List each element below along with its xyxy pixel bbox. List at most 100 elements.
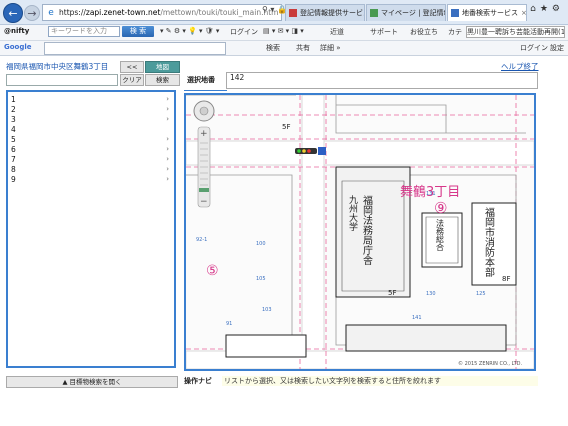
- parcel-number: 100: [256, 241, 266, 247]
- chevron-right-icon: ›: [166, 135, 169, 143]
- parcel-number: 141: [412, 315, 422, 321]
- help-link[interactable]: ヘルプ: [501, 62, 524, 71]
- map-building-label-3: 法務総合: [436, 218, 445, 252]
- news-ticker[interactable]: 黒川豊一聘訴ち芸能活動再開(19:55): [466, 26, 565, 38]
- parcel-number: 103: [262, 307, 272, 313]
- map-building-label-1: 福岡法務局庁舎: [361, 194, 373, 266]
- map-floor-label: 5F: [388, 289, 396, 297]
- keyword-search-button[interactable]: 検 索: [122, 26, 154, 37]
- list-item[interactable]: 8 ›: [11, 165, 169, 175]
- map-building-label-1b: 九州大学: [347, 195, 358, 231]
- search-button[interactable]: 検索: [145, 74, 180, 86]
- address-path: /mettown/touki/touki_main.htm: [160, 8, 279, 17]
- parcel-number: 92-1: [196, 237, 207, 243]
- address-scheme: https://: [59, 8, 86, 17]
- clear-button[interactable]: クリア: [120, 74, 144, 86]
- toolbar-icons[interactable]: ▾ ✎ ⚙ ▾ 💡 ▾ 🛡 ▾: [160, 27, 219, 35]
- map-canvas[interactable]: 福岡法務局庁舎 九州大学 福岡市消防本部 法務総合 舞鶴3丁目 ⑨ ⑤ 5F 5…: [186, 95, 534, 369]
- list-item-label: 7: [11, 155, 16, 164]
- cafe-link[interactable]: カテ: [448, 27, 462, 37]
- map-view[interactable]: 福岡法務局庁舎 九州大学 福岡市消防本部 法務総合 舞鶴3丁目 ⑨ ⑤ 5F 5…: [184, 93, 536, 371]
- browser-titlebar: ← → e https:// zapi.zenet-town.net /mett…: [0, 0, 568, 25]
- chevron-right-icon: ›: [166, 145, 169, 153]
- list-item[interactable]: 7 ›: [11, 155, 169, 165]
- recent-link[interactable]: 近道: [330, 27, 344, 37]
- tab-favicon-icon: [451, 9, 459, 17]
- tab-label: 地番検索サービス: [462, 9, 518, 17]
- back-button[interactable]: ←: [3, 3, 23, 23]
- zoom-slider-handle[interactable]: [199, 188, 209, 192]
- list-item-label: 3: [11, 115, 16, 124]
- map-district-circle: ⑨: [434, 199, 447, 217]
- list-item-label: 2: [11, 105, 16, 114]
- map-floor-label: 5F: [282, 123, 290, 131]
- list-item[interactable]: 4: [11, 125, 169, 135]
- parcel-number: 105: [256, 276, 266, 282]
- tab-favicon-icon: [370, 9, 378, 17]
- address-search-input[interactable]: [6, 74, 118, 86]
- chevron-right-icon: ›: [166, 95, 169, 103]
- list-item-label: 6: [11, 145, 16, 154]
- google-toolbar: Google 検索 共有 詳細 » ログイン 設定: [0, 41, 568, 56]
- map-floor-label: 8F: [502, 275, 510, 283]
- chome-list: 1 › 2 › 3 › 4 5 › 6 › 7 › 8 › 9 ›: [6, 90, 176, 368]
- address-bar[interactable]: e https:// zapi.zenet-town.net /mettown/…: [42, 4, 282, 21]
- nav-label: 操作ナビ: [184, 377, 212, 385]
- window-controls[interactable]: ⌂★⚙: [530, 4, 564, 14]
- tab-label: 登記情報提供サービス: [300, 9, 365, 17]
- list-item[interactable]: 9 ›: [11, 175, 169, 185]
- list-item-label: 9: [11, 175, 16, 184]
- google-search-input[interactable]: [44, 42, 226, 55]
- tab-favicon-icon: [289, 9, 297, 17]
- settings-button[interactable]: 設定: [550, 43, 564, 53]
- parcel-number: 131: [426, 191, 436, 197]
- list-item[interactable]: 1 ›: [11, 95, 169, 105]
- map-button[interactable]: 地図: [145, 61, 180, 73]
- tab-label: マイページ | 登記情報提...: [381, 9, 445, 17]
- more-button[interactable]: 詳細 »: [320, 43, 341, 53]
- google-search-button[interactable]: 検索: [266, 43, 280, 53]
- parcel-number: 130: [426, 291, 436, 297]
- google-logo: Google: [4, 43, 32, 51]
- target-search-button[interactable]: ▲ 目標物検索を開く: [6, 376, 178, 388]
- forward-button[interactable]: →: [24, 5, 40, 21]
- map-block-circle: ⑤: [206, 263, 219, 279]
- map-building-label-2: 福岡市消防本部: [483, 206, 495, 278]
- help-close-links[interactable]: ヘルプ終了: [501, 61, 539, 72]
- toolbar-icons-2[interactable]: ▤ ▾ ✉ ▾ ◨ ▾: [263, 27, 304, 35]
- tab-chiban[interactable]: 地番検索サービス ×: [447, 4, 527, 21]
- nifty-logo[interactable]: @nifty: [4, 27, 29, 35]
- list-item[interactable]: 3 ›: [11, 115, 169, 125]
- parcel-number: 125: [476, 291, 486, 297]
- tab-touki[interactable]: 登記情報提供サービス: [285, 4, 365, 21]
- selected-chiban-value[interactable]: 142: [226, 72, 538, 89]
- chevron-right-icon: ›: [166, 105, 169, 113]
- google-login[interactable]: ログイン: [520, 43, 548, 53]
- back-list-button[interactable]: <<: [120, 61, 144, 73]
- list-item-label: 1: [11, 95, 16, 104]
- list-item-label: 5: [11, 135, 16, 144]
- map-copyright: © 2015 ZENRIN CO., LTD.: [458, 360, 523, 367]
- zoom-out-icon[interactable]: −: [200, 197, 208, 207]
- support-link[interactable]: サポート: [370, 27, 398, 37]
- list-item-label: 8: [11, 165, 16, 174]
- list-item[interactable]: 5 ›: [11, 135, 169, 145]
- zoom-in-icon[interactable]: +: [200, 129, 208, 139]
- chevron-right-icon: ›: [166, 175, 169, 183]
- nav-text: リストから選択、又は検索したい文字列を検索すると住所を絞れます: [222, 376, 538, 386]
- list-item[interactable]: 2 ›: [11, 105, 169, 115]
- ie-icon: e: [48, 7, 54, 18]
- keyword-input[interactable]: キーワードを入力: [48, 26, 120, 37]
- address-host: zapi.zenet-town.net: [85, 8, 161, 17]
- share-button[interactable]: 共有: [296, 43, 310, 53]
- chevron-right-icon: ›: [166, 165, 169, 173]
- list-item-label: 4: [11, 125, 16, 134]
- close-link[interactable]: 終了: [524, 62, 539, 71]
- tab-mypage[interactable]: マイページ | 登記情報提...: [366, 4, 446, 21]
- chevron-right-icon: ›: [166, 155, 169, 163]
- nifty-login[interactable]: ログイン: [230, 27, 258, 37]
- list-item[interactable]: 6 ›: [11, 145, 169, 155]
- useful-link[interactable]: お役立ち: [410, 27, 438, 37]
- breadcrumb: 福岡県福岡市中央区舞鶴3丁目: [6, 62, 109, 71]
- close-tab-icon[interactable]: ×: [518, 9, 526, 17]
